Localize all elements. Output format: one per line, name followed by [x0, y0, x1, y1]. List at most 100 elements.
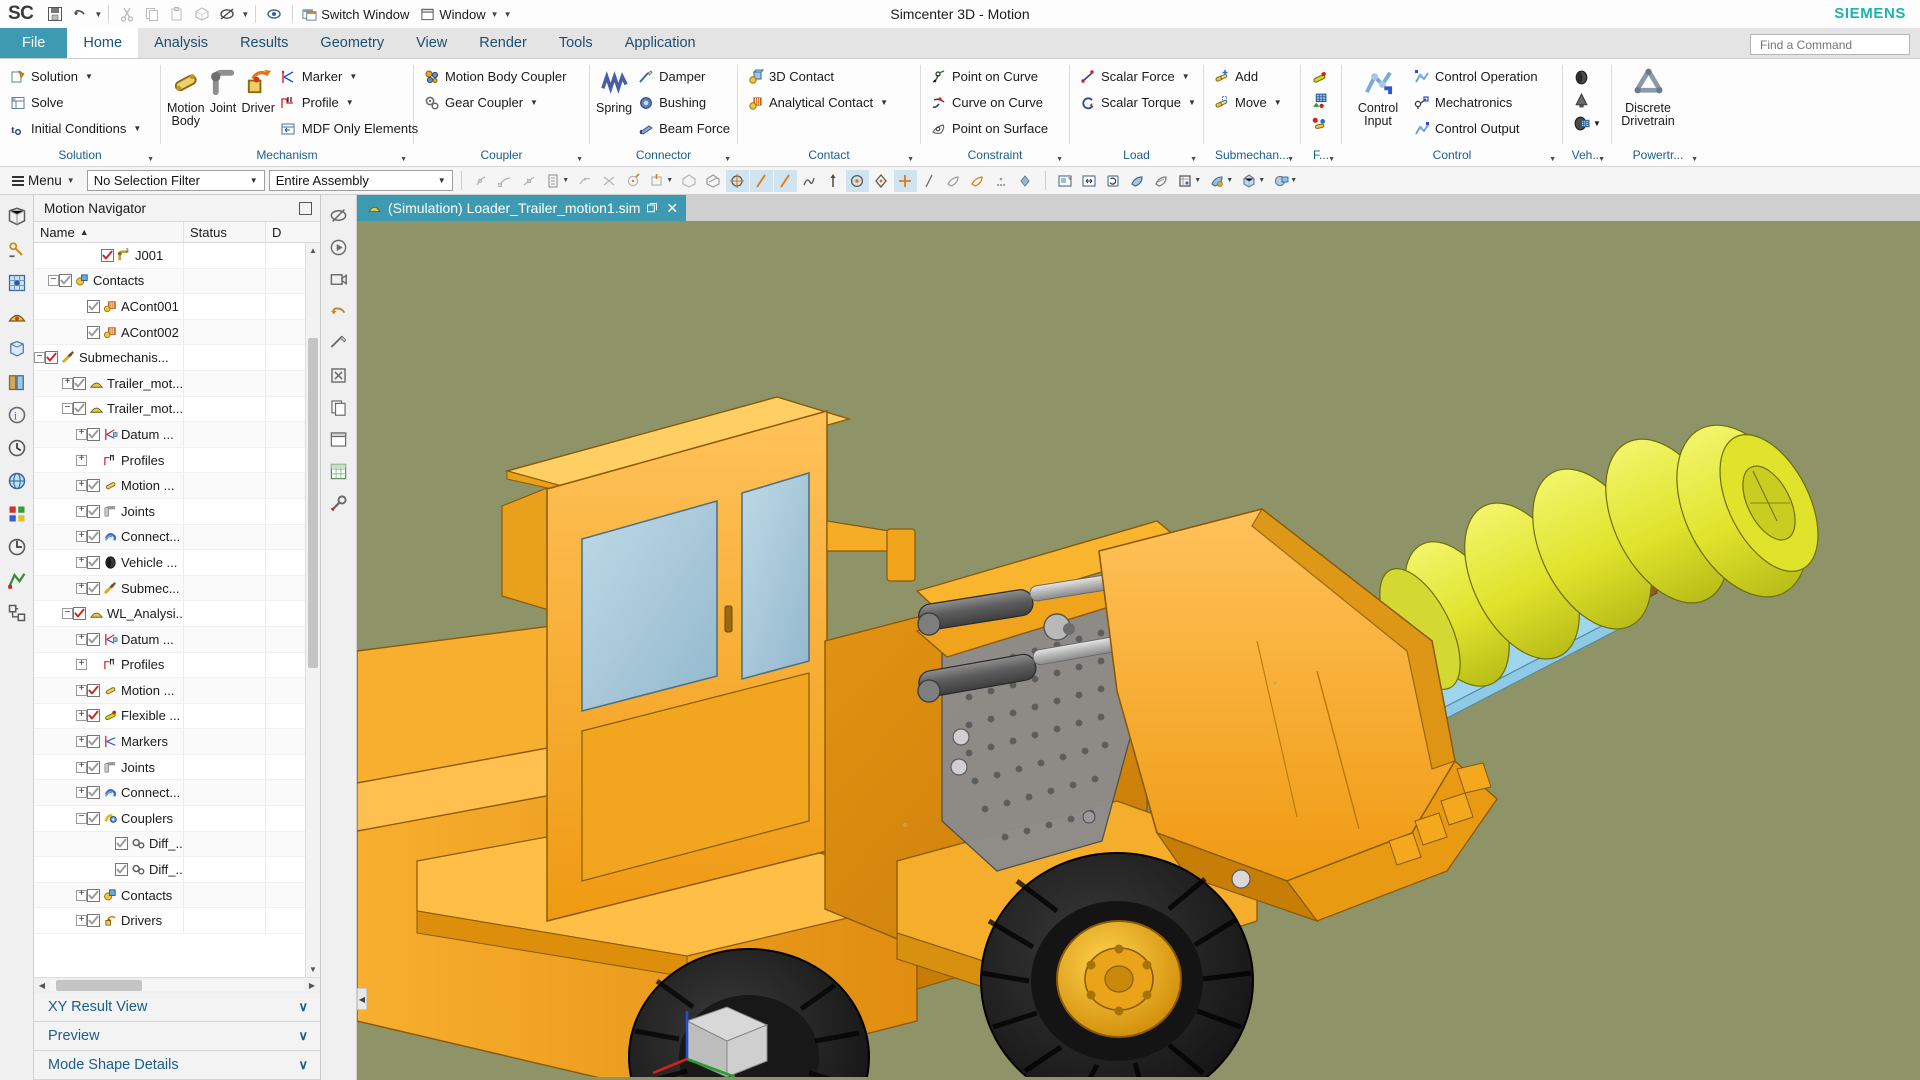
web-browser-icon[interactable] [5, 469, 29, 493]
fit-view-icon[interactable] [1054, 170, 1077, 192]
tree-row[interactable]: + Profiles [34, 652, 305, 679]
ribbon-icon-row[interactable] [1569, 89, 1601, 111]
tree-row[interactable]: + Markers [34, 729, 305, 755]
chevron-down-icon[interactable]: ∨ [298, 1057, 308, 1073]
tree-expander[interactable]: + [76, 454, 87, 466]
history-icon[interactable] [5, 436, 29, 460]
3d-viewport[interactable]: ◀ [357, 221, 1920, 1080]
ribbon-icon-row[interactable] [1307, 89, 1331, 111]
tree-checkbox[interactable] [87, 914, 100, 928]
scroll-up-button[interactable]: ▲ [306, 243, 320, 258]
reuse-library-icon[interactable] [5, 370, 29, 394]
ribbon-button-initial-conditions[interactable]: t Initial Conditions ▼ [6, 116, 147, 141]
tree-row[interactable]: Diff_... [34, 831, 305, 858]
tree-expander[interactable]: − [76, 812, 87, 824]
snap-quadrant-icon[interactable]: ▼ [646, 170, 677, 192]
tree-row[interactable]: − Submechanis... [34, 345, 305, 371]
paste-special-icon[interactable] [190, 2, 214, 26]
chevron-down-icon[interactable]: ▼ [349, 72, 357, 81]
chevron-down-icon[interactable]: ▼ [1182, 72, 1190, 81]
chevron-down-icon[interactable]: ▼ [85, 72, 93, 81]
ribbon-button-damper[interactable]: Damper [634, 64, 736, 89]
ribbon-icon-row[interactable] [1307, 66, 1331, 88]
group-dialog-launcher[interactable]: ▼ [724, 151, 731, 166]
undo-view-icon[interactable] [327, 299, 351, 323]
tree-checkbox[interactable] [87, 299, 100, 313]
tree-row[interactable]: + Drivers [34, 908, 305, 935]
section-xy-result-view[interactable]: XY Result View ∨ [34, 993, 320, 1022]
simulation-navigator-icon[interactable] [5, 271, 29, 295]
close-icon[interactable]: ✕ [664, 200, 678, 217]
column-header-status[interactable]: Status [184, 222, 266, 242]
snap-face-center-icon[interactable] [725, 169, 749, 192]
ribbon-button-control-operation[interactable]: Control Operation [1410, 64, 1544, 89]
tree-row[interactable]: ACont002 [34, 319, 305, 346]
tree-checkbox[interactable] [87, 555, 100, 569]
tree-expander[interactable]: − [62, 403, 73, 415]
tree-row[interactable]: + Datum ... [34, 422, 305, 448]
chevron-down-icon[interactable]: ▼ [1274, 98, 1282, 107]
section-mode-shape-details[interactable]: Mode Shape Details ∨ [34, 1051, 320, 1080]
tree-row[interactable]: − Couplers [34, 806, 305, 832]
tab-file[interactable]: File [0, 28, 68, 58]
select-spline-icon[interactable] [798, 170, 821, 192]
assembly-navigator-icon[interactable] [5, 205, 29, 229]
selection-filter-dropdown[interactable]: No Selection Filter ▼ [86, 170, 265, 191]
html-help-icon[interactable]: i [5, 403, 29, 427]
tab-tools[interactable]: Tools [543, 28, 609, 58]
tree-row[interactable]: ACont001 [34, 294, 305, 320]
tree-expander[interactable]: + [76, 736, 87, 748]
scroll-down-button[interactable]: ▼ [306, 962, 320, 977]
select-component-icon[interactable] [990, 170, 1013, 192]
ribbon-button-gear-coupler[interactable]: Gear Coupler ▼ [420, 90, 572, 115]
snap-existing-point-icon[interactable] [678, 170, 701, 192]
tab-application[interactable]: Application [609, 28, 712, 58]
ribbon-button-scalar-torque[interactable]: Scalar Torque ▼ [1076, 90, 1202, 115]
suspension-icon[interactable] [1569, 89, 1593, 111]
tree-row[interactable]: + Motion ... [34, 678, 305, 704]
ribbon-button-joint[interactable]: Joint [207, 64, 240, 115]
tree-row[interactable]: + Submec... [34, 575, 305, 602]
snap-midpoint-icon[interactable] [518, 170, 541, 192]
tree-row[interactable]: + Vehicle ... [34, 550, 305, 576]
ribbon-button-control-output[interactable]: Control Output [1410, 116, 1544, 141]
select-datum-plane-icon[interactable] [893, 169, 917, 192]
snap-control-point-icon[interactable] [574, 170, 597, 192]
ribbon-button-discrete-drivetrain[interactable]: Discrete Drivetrain [1618, 64, 1678, 128]
shaded-render-icon[interactable] [1126, 170, 1149, 192]
paste-icon[interactable] [165, 2, 189, 26]
ribbon-button-motion-body[interactable]: Motion Body [167, 64, 205, 128]
qat-more-caret[interactable]: ▼ [504, 10, 512, 19]
select-group-icon[interactable] [1014, 170, 1037, 192]
copy-icon[interactable] [140, 2, 164, 26]
orient-view-icon[interactable]: ▼ [1174, 170, 1205, 192]
tree-row[interactable]: + Profiles [34, 447, 305, 474]
process-studio-icon[interactable] [5, 535, 29, 559]
snap-point-on-curve-icon[interactable] [702, 170, 725, 192]
snap-end-point-icon[interactable] [494, 170, 517, 192]
flexible-connection-icon[interactable] [1307, 112, 1331, 134]
tree-row[interactable]: 3 J001 [34, 243, 305, 269]
spreadsheet-icon[interactable] [327, 459, 351, 483]
tree-row[interactable]: + Connect... [34, 524, 305, 551]
chevron-down-icon[interactable]: ▼ [1188, 98, 1196, 107]
chevron-down-icon[interactable]: ▼ [346, 98, 354, 107]
column-header-name[interactable]: Name ▲ [34, 222, 184, 242]
ribbon-button-spring[interactable]: Spring [596, 64, 632, 115]
hide-icon[interactable] [215, 2, 239, 26]
delete-icon[interactable] [327, 363, 351, 387]
true-shading-icon[interactable]: ▼ [1270, 170, 1301, 192]
tree-checkbox[interactable] [87, 709, 100, 723]
tree-row[interactable]: − Contacts [34, 268, 305, 295]
ribbon-button-scalar-force[interactable]: Scalar Force ▼ [1076, 64, 1202, 89]
hide-show-icon[interactable] [327, 203, 351, 227]
tree-expander[interactable]: + [76, 761, 87, 773]
select-curve-icon[interactable] [773, 169, 797, 192]
tree-vertical-scrollbar[interactable]: ▲ ▼ [305, 243, 320, 977]
render-style-icon[interactable]: ▼ [1238, 170, 1269, 192]
redisplay-icon[interactable] [262, 2, 286, 26]
ribbon-icon-row[interactable] [1307, 112, 1331, 134]
tree-expander[interactable]: + [76, 556, 87, 568]
tree-row[interactable]: Diff_... [34, 857, 305, 883]
undo-icon[interactable] [68, 2, 92, 26]
